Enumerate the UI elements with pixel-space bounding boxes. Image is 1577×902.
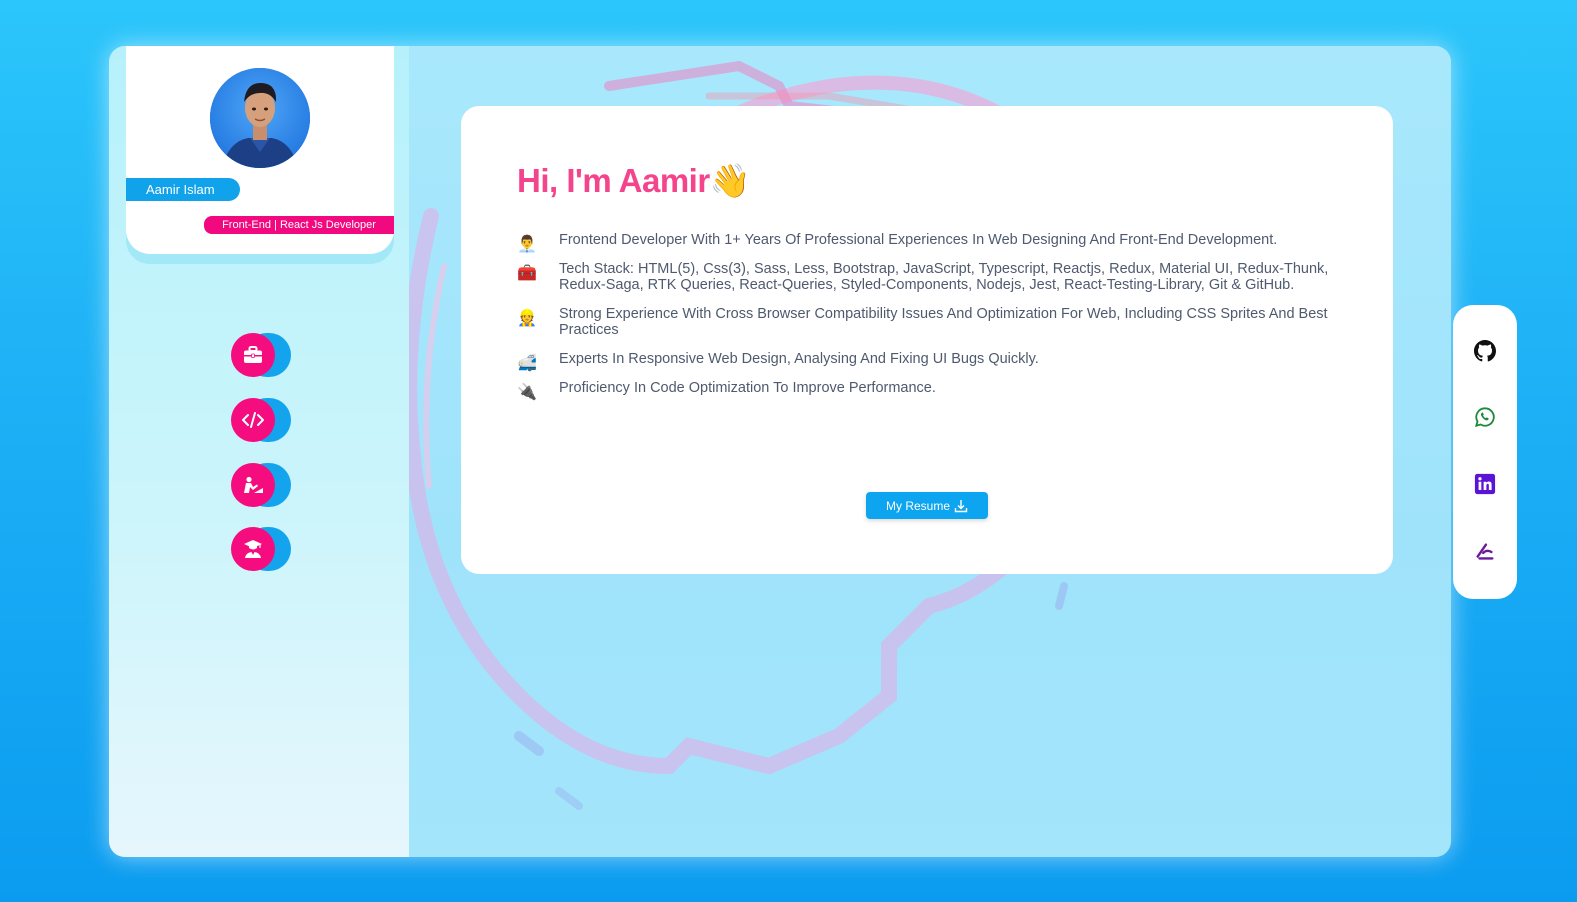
bullet-icon: 🚅 [517,353,537,372]
bullet-list: 👨‍💼 Frontend Developer With 1+ Years Of … [517,232,1341,409]
bullet-text: Experts In Responsive Web Design, Analys… [559,351,1039,367]
code-icon [242,412,264,428]
bullet-icon: 👷 [517,308,537,327]
main-area: Hi, I'm Aamir👋 👨‍💼 Frontend Developer Wi… [409,46,1451,857]
greeting-text: Hi, I'm Aamir [517,162,710,199]
whatsapp-icon [1474,407,1495,428]
profile-role: Front-End | React Js Developer [204,216,394,234]
list-item: 🔌 Proficiency In Code Optimization To Im… [517,380,1341,400]
list-item: 🚅 Experts In Responsive Web Design, Anal… [517,351,1341,371]
whatsapp-link[interactable] [1473,405,1497,429]
nav-skills-button[interactable] [231,398,291,442]
resume-label: My Resume [885,498,950,513]
nav-education-button[interactable] [231,527,291,571]
social-bar [1453,305,1517,599]
bullet-icon: 👨‍💼 [517,234,537,253]
bullet-icon: 🧰 [517,263,537,282]
app-shell: Aamir Islam Front-End | React Js Develop… [109,46,1451,857]
bullet-text: Strong Experience With Cross Browser Com… [559,306,1328,338]
hashnode-link[interactable] [1473,540,1497,564]
bullet-text: Proficiency In Code Optimization To Impr… [559,380,936,396]
avatar [210,68,310,168]
linkedin-link[interactable] [1473,472,1497,496]
bullet-icon: 🔌 [517,382,537,401]
github-icon [1474,340,1496,362]
nav-experience-button[interactable] [231,333,291,377]
bullet-text: Tech Stack: HTML(5), Css(3), Sass, Less,… [559,261,1329,293]
list-item: 🧰 Tech Stack: HTML(5), Css(3), Sass, Les… [517,261,1341,293]
list-item: 👷 Strong Experience With Cross Browser C… [517,306,1341,338]
hashnode-icon [1476,543,1494,560]
sidebar: Aamir Islam Front-End | React Js Develop… [109,46,410,857]
bullet-text: Frontend Developer With 1+ Years Of Prof… [559,232,1278,248]
list-item: 👨‍💼 Frontend Developer With 1+ Years Of … [517,232,1341,252]
projects-icon [244,476,263,493]
profile-card: Aamir Islam Front-End | React Js Develop… [126,46,394,254]
download-icon [954,499,968,512]
github-link[interactable] [1473,339,1497,363]
briefcase-icon [244,346,262,363]
intro-card: Hi, I'm Aamir👋 👨‍💼 Frontend Developer Wi… [461,106,1393,574]
resume-download-button[interactable]: My Resume [866,492,988,519]
profile-name: Aamir Islam [126,178,240,201]
nav-projects-button[interactable] [231,463,291,507]
greeting-heading: Hi, I'm Aamir👋 [517,162,751,201]
linkedin-icon [1474,473,1496,495]
wave-emoji: 👋 [709,162,751,199]
graduate-icon [244,540,262,558]
